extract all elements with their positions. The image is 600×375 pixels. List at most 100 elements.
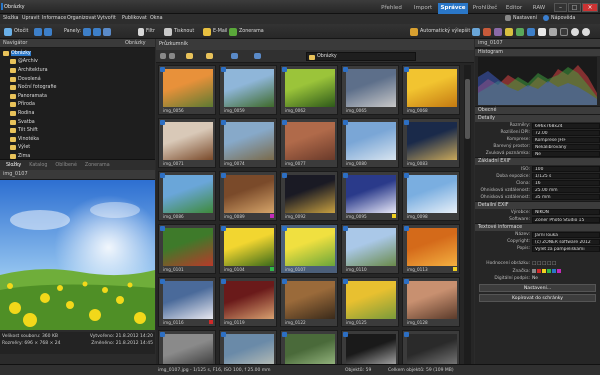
thumbnail-cell[interactable]: img_0092	[280, 171, 338, 221]
back-icon[interactable]	[160, 53, 166, 59]
tree-item[interactable]: Dovolená	[0, 75, 155, 84]
folder-up-icon[interactable]	[186, 53, 193, 59]
tool-icon-7[interactable]	[538, 27, 546, 36]
info-value[interactable]: 100	[532, 166, 600, 173]
menu-item-3[interactable]: Organizovat	[67, 16, 96, 21]
help-link[interactable]: Nápověda	[551, 16, 575, 21]
info-value[interactable]: 35 mm	[532, 194, 600, 201]
info-value[interactable]: Nekalibrovaný	[532, 143, 600, 150]
nav-tab-0[interactable]: Složky	[6, 163, 21, 168]
text-info-section[interactable]: Textové informace	[475, 223, 600, 232]
thumbnail-cell[interactable]: img_0140	[341, 330, 399, 365]
tool-icon-8[interactable]	[549, 27, 557, 36]
rotate-right-icon[interactable]	[44, 27, 53, 36]
mode-tab-4[interactable]: Editor	[502, 3, 526, 14]
navigator-location[interactable]: Obrázky	[125, 39, 146, 48]
thumbnail-cell[interactable]: img_0101	[158, 224, 216, 274]
tree-item[interactable]: Obrázky	[0, 49, 155, 58]
thumbnail-cell[interactable]: img_0116	[158, 277, 216, 327]
scrollbar-thumb[interactable]	[465, 79, 470, 139]
tree-item[interactable]: Svatba	[0, 118, 155, 127]
tool-icon-4[interactable]	[505, 27, 513, 36]
info-value[interactable]: 696x768x24	[532, 122, 600, 129]
info-value[interactable]: Komprese JFIF	[532, 136, 600, 143]
menu-item-5[interactable]: Publikovat	[122, 16, 147, 21]
thumbnail-cell[interactable]: img_0059	[219, 65, 277, 115]
tool-icon-9[interactable]	[560, 27, 568, 36]
auto-enhance-button[interactable]: Automatický výlepšit	[420, 29, 470, 34]
info-value[interactable]: 16	[532, 180, 600, 187]
tool-icon-5[interactable]	[516, 27, 524, 36]
info-value[interactable]: Ne	[532, 150, 600, 157]
tree-item[interactable]: Rodina	[0, 109, 155, 118]
tree-item[interactable]: Vinotéka	[0, 135, 155, 144]
new-folder-icon[interactable]	[206, 53, 213, 59]
maximize-button[interactable]: □	[568, 3, 581, 12]
tree-item[interactable]: Architektura	[0, 66, 155, 75]
settings-button[interactable]: Nastavení...	[479, 283, 596, 292]
thumbnail-cell[interactable]: img_0089	[219, 171, 277, 221]
panel-right-icon[interactable]	[93, 27, 102, 36]
view-mode-icon[interactable]	[231, 53, 238, 59]
menu-item-4[interactable]: Vytvořit	[97, 16, 116, 21]
histogram-section[interactable]: Histogram	[475, 48, 600, 56]
info-value[interactable]: Zoner Photo Studio 15	[532, 216, 600, 223]
search-icon[interactable]	[571, 27, 579, 36]
menu-item-0[interactable]: Složka	[3, 16, 18, 21]
tree-item[interactable]: Panoramata	[0, 92, 155, 101]
tool-icon-2[interactable]	[483, 27, 491, 36]
rating-stars[interactable]: ☐☐☐☐☐	[532, 261, 557, 267]
thumbnail-cell[interactable]: img_0083	[402, 118, 460, 168]
details-section[interactable]: Detaily	[475, 114, 600, 122]
thumbnail-cell[interactable]: img_0068	[402, 65, 460, 115]
thumbnail-cell[interactable]: img_0104	[219, 224, 277, 274]
tree-item[interactable]: Příroda	[0, 101, 155, 110]
tree-item[interactable]: Noční fotografie	[0, 83, 155, 92]
info-value[interactable]: 1/125 s	[532, 173, 600, 180]
panel-left-icon[interactable]	[83, 27, 92, 36]
thumbnail-cell[interactable]: img_0071	[158, 118, 216, 168]
thumbnail-cell[interactable]: img_0062	[280, 65, 338, 115]
email-button[interactable]: E-Mail	[213, 29, 228, 34]
info-value[interactable]: (c) ZONER software 2012	[532, 238, 600, 245]
mode-tab-5[interactable]: RAW	[528, 3, 550, 14]
zonerama-button[interactable]: Zonerama	[239, 29, 264, 34]
thumbnail-cell[interactable]: img_0056	[158, 65, 216, 115]
thumbnail-cell[interactable]: img_0128	[402, 277, 460, 327]
minimize-button[interactable]: –	[554, 3, 567, 12]
info-value[interactable]: 72.00	[532, 129, 600, 136]
mode-tab-3[interactable]: Prohlížeč	[470, 3, 500, 14]
tool-icon-3[interactable]	[494, 27, 502, 36]
rotate-left-icon[interactable]	[34, 27, 43, 36]
exif-basic-section[interactable]: Základní EXIF	[475, 157, 600, 166]
path-field[interactable]: Obrázky	[306, 52, 416, 61]
copy-clipboard-button[interactable]: Kopírovat do schránky	[479, 293, 596, 302]
mode-tab-0[interactable]: Přehled	[375, 3, 408, 14]
menu-item-1[interactable]: Upravit	[22, 16, 40, 21]
filter-button[interactable]: Filtr	[146, 29, 155, 34]
close-button[interactable]: ×	[582, 3, 598, 12]
thumbnail-cell[interactable]: img_0137	[280, 330, 338, 365]
sort-icon[interactable]	[254, 53, 261, 59]
exif-detail-section[interactable]: Detailní EXIF	[475, 200, 600, 209]
tree-item[interactable]: @Archiv	[0, 58, 155, 67]
print-button[interactable]: Tisknout	[174, 29, 194, 34]
thumbnail-cell[interactable]: img_0095	[341, 171, 399, 221]
info-value[interactable]: 25.00 mm	[532, 187, 600, 194]
thumbnail-cell[interactable]: img_0107	[280, 224, 338, 274]
thumbnail-cell[interactable]: img_0110	[341, 224, 399, 274]
zoom-icon[interactable]	[582, 27, 590, 36]
settings-link[interactable]: Nastavení	[513, 16, 537, 21]
rotate-button[interactable]: Otočit	[14, 29, 28, 34]
nav-tab-1[interactable]: Katalog	[29, 163, 47, 168]
mode-tab-2[interactable]: Správce	[438, 3, 468, 14]
tree-item[interactable]: Tilt Shift	[0, 126, 155, 135]
nav-tab-3[interactable]: Zonerama	[85, 163, 110, 168]
nav-tab-2[interactable]: Oblíbené	[55, 163, 76, 168]
info-value[interactable]: NIKON	[532, 209, 600, 216]
thumbnail-cell[interactable]: img_0113	[402, 224, 460, 274]
thumbnail-cell[interactable]: img_0125	[341, 277, 399, 327]
thumbnail-cell[interactable]: img_0074	[219, 118, 277, 168]
info-value[interactable]: Výlet za pampeliškami	[532, 245, 600, 252]
thumbnail-cell[interactable]: img_0086	[158, 171, 216, 221]
